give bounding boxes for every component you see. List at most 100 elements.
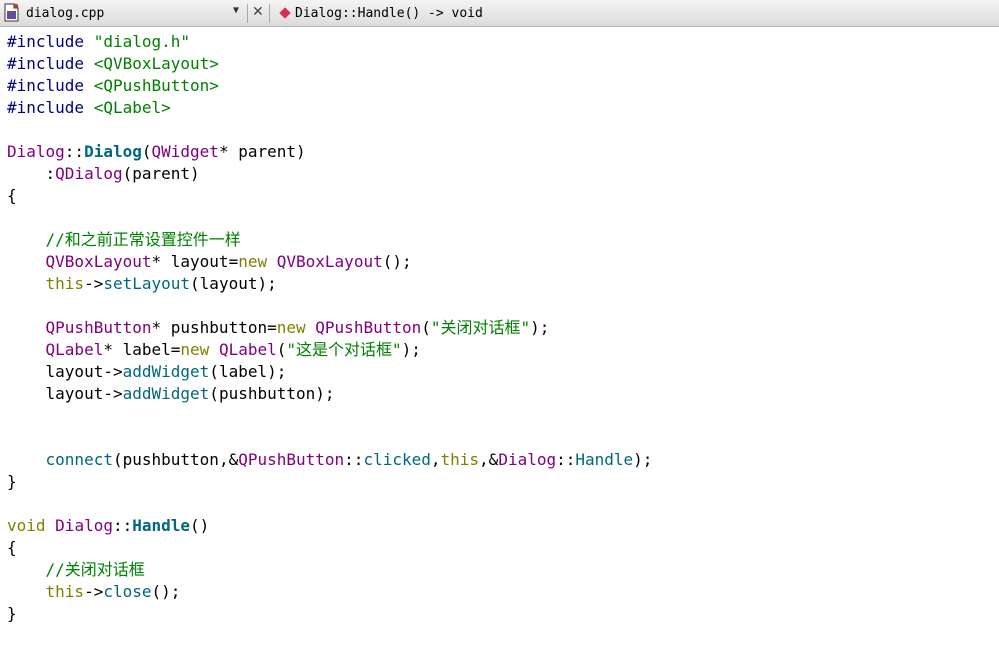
code-token-func: close: [103, 582, 152, 601]
code-token-plain: :: [7, 164, 56, 183]
code-token-type: QWidget: [151, 142, 219, 161]
source-code[interactable]: #include "dialog.h" #include <QVBoxLayout…: [0, 27, 999, 625]
code-token-plain: label: [122, 340, 171, 359]
code-token-op: );: [267, 362, 287, 381]
code-token-func: setLayout: [103, 274, 191, 293]
code-line[interactable]: #include <QLabel>: [7, 97, 999, 119]
code-line[interactable]: this->setLayout(layout);: [7, 273, 999, 295]
code-token-op: ,&: [218, 450, 239, 469]
code-token-op: ): [296, 142, 306, 161]
code-line[interactable]: this->close();: [7, 581, 999, 603]
toolbar-divider: [269, 4, 270, 23]
code-token-op: (: [190, 274, 200, 293]
code-line[interactable]: //关闭对话框: [7, 559, 999, 581]
code-line[interactable]: #include <QPushButton>: [7, 75, 999, 97]
code-line[interactable]: QVBoxLayout* layout=new QVBoxLayout();: [7, 251, 999, 273]
code-token-op: (: [276, 340, 287, 359]
code-token-string: <QLabel>: [93, 98, 171, 117]
code-line[interactable]: #include <QVBoxLayout>: [7, 53, 999, 75]
code-token-op: =: [170, 340, 181, 359]
code-token-op: (: [209, 384, 219, 403]
code-line[interactable]: {: [7, 185, 999, 207]
code-token-preproc: #include: [7, 98, 94, 117]
code-token-preproc: #include: [7, 32, 94, 51]
code-token-op: }: [7, 604, 17, 623]
code-token-funcdef: Dialog: [84, 142, 142, 161]
code-token-op: *: [218, 142, 239, 161]
code-token-op: ,&: [479, 450, 499, 469]
code-token-funcdef: Handle: [132, 516, 191, 535]
code-line[interactable]: QLabel* label=new QLabel("这是个对话框");: [7, 339, 999, 361]
code-token-plain: layout: [199, 274, 258, 293]
code-line[interactable]: {: [7, 537, 999, 559]
code-token-func: clicked: [363, 450, 431, 469]
code-token-plain: pushbutton: [170, 318, 268, 337]
code-line[interactable]: [7, 119, 999, 141]
toolbar-divider: [247, 4, 248, 23]
code-token-op: ::: [64, 142, 85, 161]
code-token-op: ,: [430, 450, 441, 469]
code-token-op: {: [7, 186, 17, 205]
code-token-func: Handle: [575, 450, 634, 469]
code-token-op: (: [122, 164, 133, 183]
code-token-op: );: [633, 450, 653, 469]
code-editor[interactable]: #include "dialog.h" #include <QVBoxLayout…: [0, 27, 999, 649]
code-token-op: ::: [112, 516, 133, 535]
code-line[interactable]: [7, 493, 999, 515]
code-token-op: (): [190, 516, 210, 535]
open-file-name[interactable]: dialog.cpp: [26, 6, 104, 21]
code-token-plain: pushbutton: [122, 450, 219, 469]
code-token-string: <QPushButton>: [93, 76, 219, 95]
code-token-op: ::: [344, 450, 364, 469]
code-token-op: ->: [103, 362, 123, 381]
code-token-type: QPushButton: [238, 450, 345, 469]
code-token-func: addWidget: [122, 384, 210, 403]
code-line[interactable]: [7, 405, 999, 427]
code-token-type: Dialog: [7, 142, 65, 161]
cpp-file-icon: [4, 3, 19, 22]
code-line[interactable]: :QDialog(parent): [7, 163, 999, 185]
code-line[interactable]: void Dialog::Handle(): [7, 515, 999, 537]
code-line[interactable]: #include "dialog.h": [7, 31, 999, 53]
code-token-keyword: this: [440, 450, 480, 469]
code-token-comment: //和之前正常设置控件一样: [7, 230, 241, 249]
code-token-func: addWidget: [122, 362, 210, 381]
code-line[interactable]: layout->addWidget(pushbutton);: [7, 383, 999, 405]
code-token-string: "dialog.h": [93, 32, 191, 51]
code-token-op: (: [209, 362, 219, 381]
code-line[interactable]: Dialog::Dialog(QWidget* parent): [7, 141, 999, 163]
code-token-type: QVBoxLayout: [276, 252, 383, 271]
code-line[interactable]: [7, 295, 999, 317]
code-token-op: (: [112, 450, 123, 469]
code-token-type: QPushButton: [45, 318, 152, 337]
code-token-plain: label: [218, 362, 268, 381]
code-line[interactable]: [7, 427, 999, 449]
current-symbol-selector[interactable]: Dialog::Handle() -> void: [295, 6, 483, 21]
code-line[interactable]: [7, 207, 999, 229]
code-token-string: "关闭对话框": [430, 318, 531, 337]
code-line[interactable]: }: [7, 471, 999, 493]
code-token-op: ): [190, 164, 200, 183]
code-token-plain: layout: [7, 362, 104, 381]
code-token-op: );: [530, 318, 550, 337]
code-line[interactable]: //和之前正常设置控件一样: [7, 229, 999, 251]
code-line[interactable]: }: [7, 603, 999, 625]
code-token-type: QDialog: [55, 164, 123, 183]
code-line[interactable]: connect(pushbutton,&QPushButton::clicked…: [7, 449, 999, 471]
chevron-down-icon[interactable]: ▼: [233, 5, 239, 16]
code-token-keyword: new: [238, 252, 268, 271]
code-token-keyword: void: [7, 516, 46, 535]
code-line[interactable]: layout->addWidget(label);: [7, 361, 999, 383]
code-token-keyword: new: [180, 340, 210, 359]
code-token-op: }: [7, 472, 17, 491]
code-line[interactable]: QPushButton* pushbutton=new QPushButton(…: [7, 317, 999, 339]
code-token-op: =: [267, 318, 277, 337]
close-icon[interactable]: ✕: [252, 4, 264, 20]
